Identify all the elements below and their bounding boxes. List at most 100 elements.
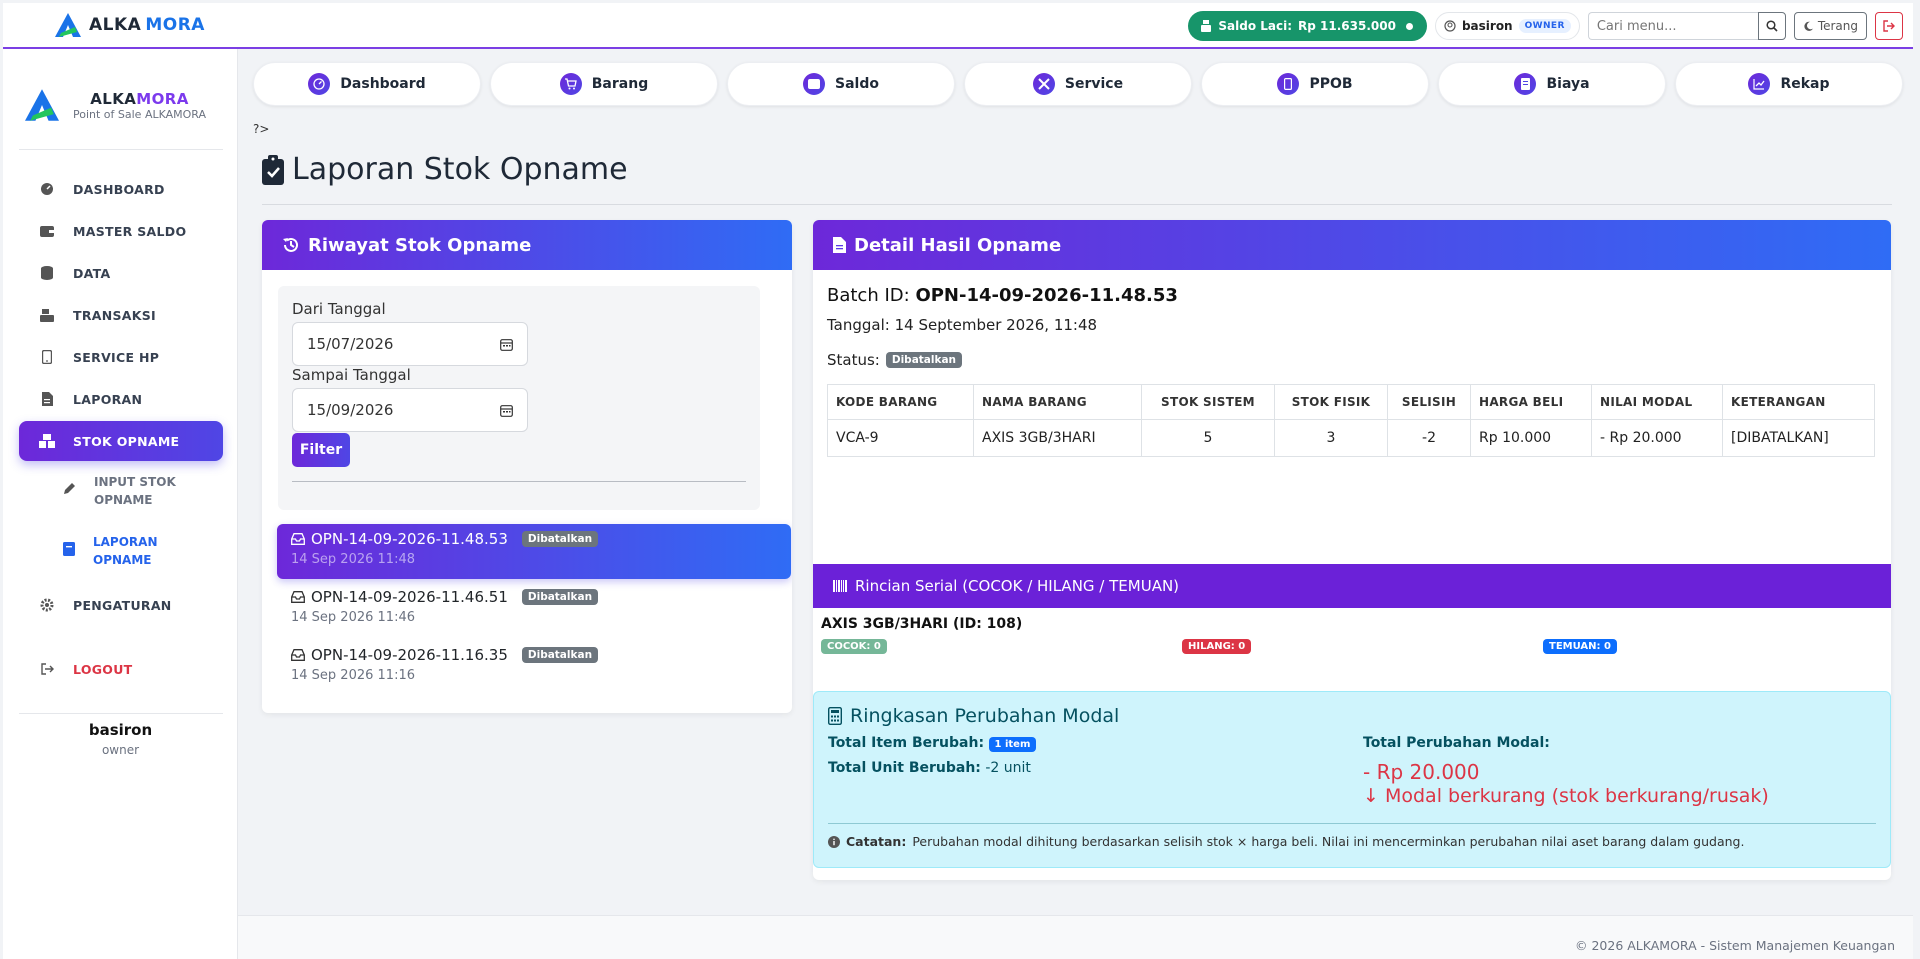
- top-bar: ALKA MORA Saldo Laci: Rp 11.635.000 basir…: [3, 3, 1913, 49]
- sampai-tanggal-label: Sampai Tanggal: [292, 366, 411, 384]
- title-divider: [262, 204, 1892, 205]
- info-circle-icon: [828, 835, 840, 848]
- calendar-icon: [500, 404, 513, 417]
- status-badge: Dibatalkan: [521, 531, 599, 547]
- filter-button[interactable]: Filter: [292, 433, 350, 467]
- sign-out-icon: [1883, 20, 1895, 32]
- history-item[interactable]: OPN-14-09-2026-11.48.53 Dibatalkan 14 Se…: [277, 524, 791, 579]
- boxes-icon: [39, 433, 55, 449]
- serial-section: Rincian Serial (COCOK / HILANG / TEMUAN)…: [813, 564, 1891, 676]
- sidebar-user-role: owner: [101, 743, 140, 757]
- history-date: 14 Sep 2026 11:46: [291, 610, 415, 625]
- tab-service[interactable]: Service: [964, 62, 1192, 106]
- tab-saldo[interactable]: Saldo: [727, 62, 955, 106]
- username: basiron: [1461, 19, 1513, 33]
- search-input[interactable]: [1587, 12, 1758, 40]
- clipboard-check-icon: [262, 154, 284, 185]
- catatan: Catatan: Perubahan modal dihitung berdas…: [828, 834, 1744, 849]
- sidebar-brand-part2: MORA: [136, 89, 189, 108]
- subitem-label-line1: INPUT STOK: [94, 475, 176, 489]
- total-unit-label: Total Unit Berubah:: [828, 760, 981, 776]
- cell-kode: VCA-9: [827, 419, 974, 457]
- sidebar-item-laporan[interactable]: LAPORAN: [19, 379, 223, 419]
- status-badge: Dibatalkan: [521, 589, 599, 605]
- wallet-icon: [39, 223, 55, 239]
- column-header: NILAI MODAL: [1591, 384, 1723, 420]
- sidebar-item-pengaturan[interactable]: PENGATURAN: [19, 585, 223, 625]
- sidebar-subitem-input-stok-opname[interactable]: INPUT STOK OPNAME: [63, 473, 223, 509]
- book-icon: [63, 541, 75, 561]
- tools-icon: [1032, 73, 1055, 95]
- cocok-badge: COCOK: 0: [821, 639, 887, 654]
- history-item[interactable]: OPN-14-09-2026-11.46.51 Dibatalkan 14 Se…: [277, 582, 791, 637]
- sidebar-subitem-laporan-opname[interactable]: LAPORAN OPNAME: [63, 533, 223, 569]
- topbar-logout-button[interactable]: [1875, 12, 1903, 40]
- sidebar-divider: [19, 713, 223, 714]
- theme-toggle-button[interactable]: Terang: [1793, 12, 1867, 40]
- filter-form: Dari Tanggal 15/07/2026 Sampai Tanggal 1…: [278, 286, 760, 510]
- pencil-icon: [63, 482, 76, 500]
- user-menu[interactable]: basiron OWNER: [1434, 12, 1580, 40]
- database-icon: [39, 265, 55, 281]
- riwayat-card-header: Riwayat Stok Opname: [262, 220, 792, 270]
- total-item-line: Total Item Berubah: 1 item: [828, 735, 1037, 752]
- saldo-value: Rp 11.635.000: [1298, 19, 1396, 33]
- table-header-row: KODE BARANG NAMA BARANG STOK SISTEM STOK…: [827, 384, 1875, 420]
- tab-biaya[interactable]: Biaya: [1438, 62, 1666, 106]
- brand-part1: ALKA: [89, 15, 142, 35]
- sidebar-item-logout[interactable]: LOGOUT: [19, 649, 223, 689]
- tab-dashboard[interactable]: Dashboard: [253, 62, 481, 106]
- search-icon: [1766, 20, 1778, 32]
- batch-id-line: Batch ID: OPN-14-09-2026-11.48.53: [827, 285, 1178, 306]
- tanggal-line: Tanggal: 14 September 2026, 11:48: [827, 316, 1098, 334]
- file-icon: [39, 391, 55, 407]
- breadcrumb: ?>: [253, 122, 270, 136]
- total-item-badge: 1 item: [988, 737, 1037, 752]
- tab-barang[interactable]: Barang: [490, 62, 718, 106]
- tab-ppob[interactable]: PPOB: [1201, 62, 1429, 106]
- moon-icon: [1804, 21, 1813, 31]
- riwayat-card-title: Riwayat Stok Opname: [308, 234, 532, 256]
- sidebar-item-transaksi[interactable]: TRANSAKSI: [19, 295, 223, 335]
- sidebar-item-data[interactable]: DATA: [19, 253, 223, 293]
- history-batch-id: OPN-14-09-2026-11.46.51: [311, 588, 508, 606]
- mobile-icon: [39, 349, 55, 365]
- file-alt-icon: [833, 237, 846, 253]
- user-circle-icon: [1444, 20, 1456, 32]
- chart-line-icon: [1748, 73, 1771, 95]
- cell-nama: AXIS 3GB/3HARI: [973, 419, 1142, 457]
- tab-label: Saldo: [835, 76, 879, 92]
- column-header: SELISIH: [1387, 384, 1471, 420]
- sidebar-item-dashboard[interactable]: DASHBOARD: [19, 169, 223, 209]
- hilang-badge: HILANG: 0: [1182, 639, 1252, 654]
- inbox-icon: [291, 591, 305, 603]
- dari-tanggal-input[interactable]: 15/07/2026: [292, 322, 528, 366]
- saldo-laci-pill[interactable]: Saldo Laci: Rp 11.635.000: [1188, 11, 1427, 41]
- sidebar-item-label: SERVICE HP: [73, 349, 160, 365]
- brand-logo[interactable]: ALKA MORA: [55, 13, 205, 37]
- page-title: Laporan Stok Opname: [262, 152, 628, 187]
- sidebar-item-label: TRANSAKSI: [73, 307, 157, 323]
- search-button[interactable]: [1757, 12, 1786, 40]
- detail-card-title: Detail Hasil Opname: [854, 234, 1062, 256]
- total-modal-value: - Rp 20.000: [1363, 760, 1480, 784]
- alkamora-logo-icon: [25, 89, 59, 121]
- ringkasan-divider: [828, 823, 1876, 824]
- wallet-icon: [803, 73, 826, 95]
- sidebar-item-service-hp[interactable]: SERVICE HP: [19, 337, 223, 377]
- sidebar-item-master-saldo[interactable]: MASTER SALDO: [19, 211, 223, 251]
- arrow-down-icon: ↓: [1363, 785, 1379, 807]
- sidebar-brand[interactable]: ALKAMORA Point of Sale ALKAMORA: [25, 89, 206, 121]
- total-item-label: Total Item Berubah:: [828, 735, 985, 751]
- sampai-tanggal-input[interactable]: 15/09/2026: [292, 388, 528, 432]
- history-item[interactable]: OPN-14-09-2026-11.16.35 Dibatalkan 14 Se…: [277, 640, 791, 695]
- theme-label: Terang: [1817, 19, 1858, 33]
- cart-icon: [559, 73, 582, 95]
- tab-label: Service: [1064, 76, 1124, 92]
- calculator-icon: [828, 707, 842, 725]
- sidebar-item-label: LAPORAN: [73, 391, 143, 407]
- cash-register-icon: [39, 307, 55, 323]
- tab-rekap[interactable]: Rekap: [1675, 62, 1903, 106]
- sidebar-item-stok-opname[interactable]: STOK OPNAME: [19, 421, 223, 461]
- sidebar: ALKAMORA Point of Sale ALKAMORA DASHBOAR…: [3, 49, 238, 959]
